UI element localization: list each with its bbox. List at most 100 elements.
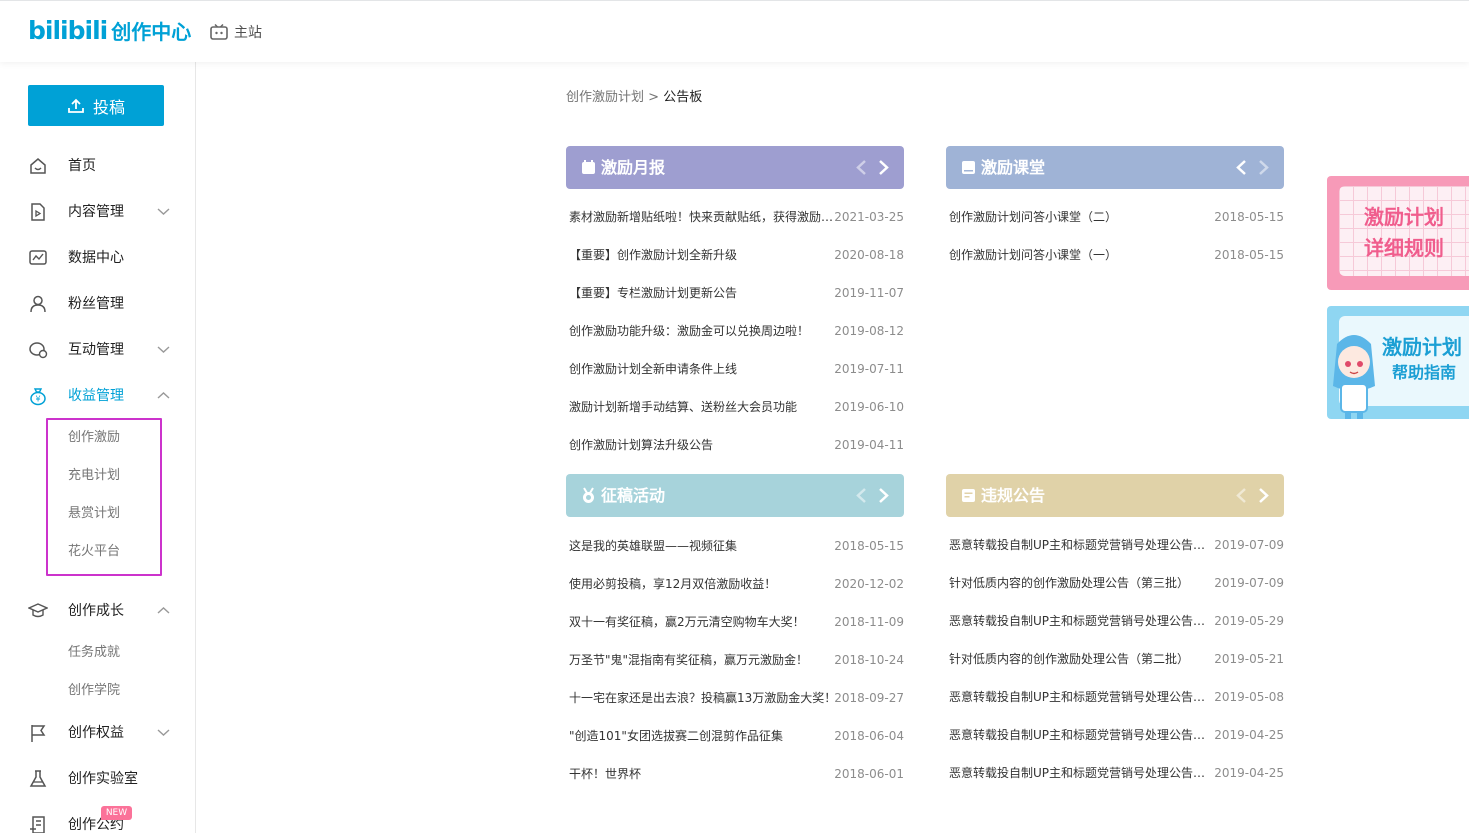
card-header-monthly-report: 激励月报	[566, 146, 904, 189]
news-title[interactable]: 素材激励新增贴纸啦！快来贡献贴纸，获得激励金吧	[569, 209, 837, 225]
tv-icon	[210, 24, 228, 40]
news-date: 2019-04-11	[834, 438, 904, 452]
news-title[interactable]: 双十一有奖征稿，赢2万元清空购物车大奖！	[569, 614, 837, 630]
sidebar-item-income[interactable]: ¥ 收益管理	[0, 378, 195, 414]
sidebar-item-convention[interactable]: 创作公约	[0, 807, 195, 833]
news-date: 2018-05-15	[1214, 248, 1284, 262]
prev-arrow-icon[interactable]	[854, 159, 870, 176]
help-banner[interactable]: 激励计划 帮助指南	[1327, 306, 1469, 419]
flag-icon	[31, 725, 46, 742]
sidebar-item-content[interactable]: 内容管理	[0, 194, 195, 230]
news-date: 2019-06-10	[834, 400, 904, 414]
news-item[interactable]: 【重要】专栏激励计划更新公告 2019-11-07	[566, 283, 904, 303]
news-title[interactable]: 针对低质内容的创作激励处理公告（第二批）	[949, 651, 1217, 667]
medal-icon	[583, 487, 594, 503]
news-item[interactable]: "创造101"女团选拔赛二创混剪作品征集 2018-06-04	[566, 726, 904, 746]
next-arrow-icon[interactable]	[1255, 487, 1271, 504]
news-title[interactable]: 创作激励计划问答小课堂（二）	[949, 209, 1217, 225]
news-title[interactable]: 创作激励计划全新申请条件上线	[569, 361, 837, 377]
news-title[interactable]: 干杯！世界杯	[569, 766, 837, 782]
news-item[interactable]: 使用必剪投稿，享12月双倍激励收益！ 2020-12-02	[566, 574, 904, 594]
rules-banner[interactable]: 激励计划 详细规则	[1327, 176, 1469, 290]
notice-icon	[962, 489, 975, 502]
news-date: 2018-05-15	[1214, 210, 1284, 224]
mascot-illustration	[1333, 335, 1375, 419]
flask-icon	[29, 770, 47, 787]
news-item[interactable]: 恶意转载投自制UP主和标题党营销号处理公告（五） 2019-05-08	[946, 687, 1284, 707]
news-title[interactable]: 针对低质内容的创作激励处理公告（第三批）	[949, 575, 1217, 591]
news-title[interactable]: 【重要】专栏激励计划更新公告	[569, 285, 837, 301]
new-badge: NEW	[101, 806, 132, 820]
breadcrumb-parent[interactable]: 创作激励计划	[566, 90, 644, 105]
news-title[interactable]: 这是我的英雄联盟——视频征集	[569, 538, 837, 554]
news-item[interactable]: 【重要】创作激励计划全新升级 2020-08-18	[566, 245, 904, 265]
sidebar-item-data[interactable]: 数据中心	[0, 240, 195, 276]
sidebar-item-interaction[interactable]: 互动管理	[0, 332, 195, 368]
sidebar-subitem-creator-academy[interactable]: 创作学院	[68, 682, 120, 700]
news-title[interactable]: 激励计划新增手动结算、送粉丝大会员功能	[569, 399, 837, 415]
sidebar-subitem-task-achievement[interactable]: 任务成就	[68, 644, 120, 662]
prev-arrow-icon[interactable]	[854, 487, 870, 504]
main-site-link[interactable]: 主站	[210, 22, 262, 42]
sidebar-item-home[interactable]: 首页	[0, 148, 195, 184]
news-item[interactable]: 针对低质内容的创作激励处理公告（第二批） 2019-05-21	[946, 649, 1284, 669]
news-item[interactable]: 恶意转载投自制UP主和标题党营销号处理公告（六） 2019-05-29	[946, 611, 1284, 631]
breadcrumb-current: 公告板	[663, 90, 703, 105]
news-title[interactable]: 【重要】创作激励计划全新升级	[569, 247, 837, 263]
news-item[interactable]: 干杯！世界杯 2018-06-01	[566, 764, 904, 784]
news-item[interactable]: 恶意转载投自制UP主和标题党营销号处理公告（三） 2019-04-25	[946, 763, 1284, 783]
chart-icon	[29, 250, 47, 265]
home-icon	[30, 158, 46, 174]
prev-arrow-icon[interactable]	[1234, 487, 1250, 504]
upload-button[interactable]: 投稿	[28, 85, 164, 126]
news-item[interactable]: 恶意转载投自制UP主和标题党营销号处理公告（四） 2019-04-25	[946, 725, 1284, 745]
sidebar-item-rights[interactable]: 创作权益	[0, 715, 195, 751]
sidebar-item-lab[interactable]: 创作实验室	[0, 761, 195, 797]
next-arrow-icon[interactable]	[875, 487, 891, 504]
news-item[interactable]: 创作激励计划问答小课堂（二） 2018-05-15	[946, 207, 1284, 227]
news-title[interactable]: 十一宅在家还是出去浪？投稿赢13万激励金大奖！	[569, 690, 837, 706]
chevron-down-icon	[157, 208, 170, 215]
news-item[interactable]: 这是我的英雄联盟——视频征集 2018-05-15	[566, 536, 904, 556]
news-title[interactable]: 恶意转载投自制UP主和标题党营销号处理公告（三）	[949, 765, 1217, 781]
help-banner-line2: 帮助指南	[1392, 363, 1457, 382]
card-title: 违规公告	[981, 486, 1046, 505]
news-title[interactable]: 创作激励计划算法升级公告	[569, 437, 837, 453]
rules-banner-text: 激励计划 详细规则	[1349, 202, 1459, 264]
svg-text:¥: ¥	[35, 395, 40, 404]
news-item[interactable]: 针对低质内容的创作激励处理公告（第三批） 2019-07-09	[946, 573, 1284, 593]
news-title[interactable]: 恶意转载投自制UP主和标题党营销号处理公告（七）	[949, 537, 1217, 553]
news-title[interactable]: 恶意转载投自制UP主和标题党营销号处理公告（五）	[949, 689, 1217, 705]
rules-banner-line2: 详细规则	[1364, 236, 1444, 260]
next-arrow-icon[interactable]	[875, 159, 891, 176]
bilibili-logo[interactable]: bilibili 创作中心	[28, 18, 191, 45]
sidebar-item-fans[interactable]: 粉丝管理	[0, 286, 195, 322]
news-item[interactable]: 创作激励计划算法升级公告 2019-04-11	[566, 435, 904, 455]
news-item[interactable]: 素材激励新增贴纸啦！快来贡献贴纸，获得激励金吧 2021-03-25	[566, 207, 904, 227]
book-icon	[962, 161, 975, 174]
sidebar-item-label: 首页	[68, 158, 96, 174]
prev-arrow-icon[interactable]	[1234, 159, 1250, 176]
news-item[interactable]: 创作激励计划问答小课堂（一） 2018-05-15	[946, 245, 1284, 265]
news-title[interactable]: 创作激励计划问答小课堂（一）	[949, 247, 1217, 263]
news-item[interactable]: 恶意转载投自制UP主和标题党营销号处理公告（七） 2019-07-09	[946, 535, 1284, 555]
news-item[interactable]: 万圣节"鬼"混指南有奖征稿，赢万元激励金！ 2018-10-24	[566, 650, 904, 670]
sidebar-item-growth[interactable]: 创作成长	[0, 593, 195, 629]
news-item[interactable]: 创作激励功能升级：激励金可以兑换周边啦！ 2019-08-12	[566, 321, 904, 341]
news-date: 2019-07-11	[834, 362, 904, 376]
news-item[interactable]: 十一宅在家还是出去浪？投稿赢13万激励金大奖！ 2018-09-27	[566, 688, 904, 708]
rules-banner-line1: 激励计划	[1364, 205, 1444, 229]
news-title[interactable]: 恶意转载投自制UP主和标题党营销号处理公告（四）	[949, 727, 1217, 743]
news-title[interactable]: 使用必剪投稿，享12月双倍激励收益！	[569, 576, 837, 592]
news-title[interactable]: 创作激励功能升级：激励金可以兑换周边啦！	[569, 323, 837, 339]
news-title[interactable]: 恶意转载投自制UP主和标题党营销号处理公告（六）	[949, 613, 1217, 629]
next-arrow-icon[interactable]	[1255, 159, 1271, 176]
sidebar-item-label: 创作实验室	[68, 771, 138, 787]
graduation-cap-icon	[28, 603, 48, 618]
news-item[interactable]: 双十一有奖征稿，赢2万元清空购物车大奖！ 2018-11-09	[566, 612, 904, 632]
news-item[interactable]: 创作激励计划全新申请条件上线 2019-07-11	[566, 359, 904, 379]
money-bag-icon: ¥	[30, 388, 46, 406]
news-title[interactable]: "创造101"女团选拔赛二创混剪作品征集	[569, 728, 837, 744]
news-item[interactable]: 激励计划新增手动结算、送粉丝大会员功能 2019-06-10	[566, 397, 904, 417]
news-title[interactable]: 万圣节"鬼"混指南有奖征稿，赢万元激励金！	[569, 652, 837, 668]
